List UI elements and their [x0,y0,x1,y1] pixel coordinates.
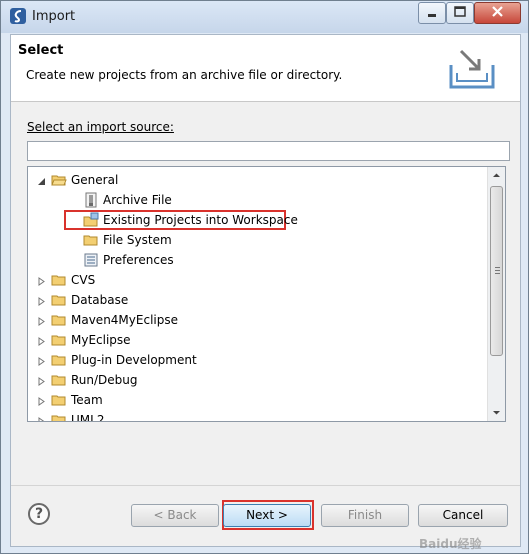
tree-item-label: Existing Projects into Workspace [103,213,298,227]
close-icon [492,6,503,17]
collapse-arrow-icon[interactable] [37,415,46,421]
tree-item-label: File System [103,233,172,247]
thumb-grip [495,273,500,274]
expand-arrow-icon[interactable] [37,175,46,185]
source-label-text: Select an import source: [27,120,174,134]
tree-item[interactable]: Existing Projects into Workspace [28,210,486,230]
page-title: Select [18,43,64,58]
collapse-arrow-icon[interactable] [37,355,46,366]
watermark: Baidu经验 [419,537,482,551]
back-button[interactable]: < Back [131,504,219,527]
collapse-arrow-icon[interactable] [37,315,46,326]
close-button[interactable] [474,2,521,24]
tree-item-label: Database [71,293,129,307]
collapse-arrow-icon[interactable] [37,295,46,306]
folder-icon [51,332,67,348]
title-bar[interactable]: Import [1,1,528,33]
tree-item-label: General [71,173,119,187]
minimize-icon [428,14,436,17]
tree-item-label: Run/Debug [71,373,138,387]
finish-button[interactable]: Finish [321,504,409,527]
folder-open-icon [51,172,67,188]
folder-icon [51,312,67,328]
tree-item-label: Maven4MyEclipse [71,313,178,327]
tree-item[interactable]: CVS [28,270,486,290]
maximize-icon [454,6,466,17]
thumb-grip [495,270,500,271]
button-bar-separator [11,485,520,486]
folder-icon [51,292,67,308]
tree-item[interactable]: Archive File [28,190,486,210]
tree-item-label: Preferences [103,253,174,267]
tree-item[interactable]: Preferences [28,250,486,270]
folder-icon [83,232,99,248]
next-button[interactable]: Next > [223,504,311,527]
tree-item[interactable]: File System [28,230,486,250]
import-wizard-icon [449,49,495,89]
import-dialog: Import Select Create new projects from a… [0,0,529,554]
collapse-arrow-icon[interactable] [37,395,46,406]
collapse-arrow-icon[interactable] [37,275,46,286]
tree-item[interactable]: UML2 [28,410,486,422]
scroll-down-arrow-icon[interactable] [488,404,505,421]
tree-item-label: Archive File [103,193,172,207]
tree-item[interactable]: Team [28,390,486,410]
folder-icon [51,352,67,368]
page-description: Create new projects from an archive file… [26,68,343,82]
folder-icon [51,272,67,288]
collapse-arrow-icon[interactable] [37,335,46,346]
folder-icon [51,392,67,408]
scroll-up-arrow-icon[interactable] [488,167,505,184]
tree-item[interactable]: Database [28,290,486,310]
collapse-arrow-icon[interactable] [37,375,46,386]
tree-scrollbar[interactable] [487,167,505,421]
tree-item[interactable]: Run/Debug [28,370,486,390]
tree-item-label: Plug-in Development [71,353,197,367]
tree-item-label: CVS [71,273,96,287]
dialog-content: Select Create new projects from an archi… [10,34,521,551]
tree-item[interactable]: Plug-in Development [28,350,486,370]
wizard-banner: Select Create new projects from an archi… [11,35,520,102]
minimize-button[interactable] [418,2,446,24]
window-title: Import [32,9,76,24]
tree-item-label: MyEclipse [71,333,131,347]
cancel-button[interactable]: Cancel [418,504,508,527]
archive-file-icon [83,192,99,208]
import-source-label: Select an import source: [27,120,174,134]
folder-icon [51,372,67,388]
tree-item[interactable]: Maven4MyEclipse [28,310,486,330]
tree-item-label: Team [71,393,103,407]
folder-icon [51,412,67,421]
help-button[interactable]: ? [28,503,50,525]
eclipse-app-icon [10,8,26,24]
thumb-grip [495,267,500,268]
tree-item[interactable]: MyEclipse [28,330,486,350]
tree-item-label: UML2 [71,413,105,422]
maximize-button[interactable] [446,2,474,24]
tree-item[interactable]: General [28,170,486,190]
scroll-thumb[interactable] [490,186,503,356]
filter-input[interactable] [27,141,510,161]
preferences-icon [83,252,99,268]
import-source-tree[interactable]: General Archive File Existing Projects int… [27,166,506,422]
project-import-icon [83,212,99,228]
